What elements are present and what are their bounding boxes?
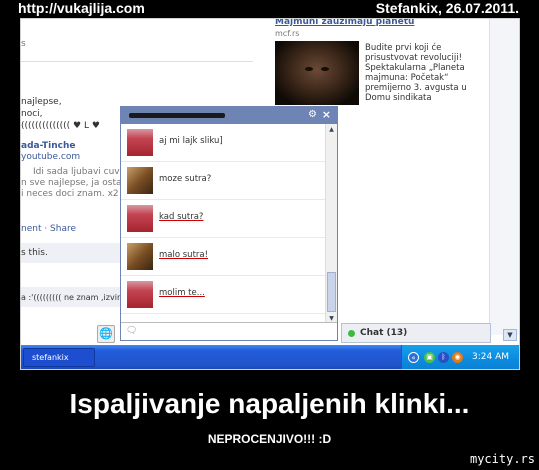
scroll-up-icon[interactable]: ▲: [327, 125, 336, 134]
chat-header[interactable]: ⚙ ×: [121, 107, 337, 124]
message-text: kad sutra?: [159, 212, 204, 222]
avatar[interactable]: [127, 243, 153, 270]
taskbar-button-label: stefankix: [32, 353, 69, 362]
chat-messages: aj mi lajk sliku] moze sutra? kad sutra?…: [121, 124, 327, 324]
feed-text-line: (((((((((((((( ♥ L ♥: [21, 121, 100, 131]
post-author-link[interactable]: ada-Tinche: [21, 141, 75, 151]
like-text: s this.: [21, 248, 48, 258]
app-tray-icon[interactable]: ◉: [452, 352, 463, 363]
taskbar: stefankix « ▣ ᛒ ◉ 3:24 AM: [21, 345, 519, 369]
post-source-link[interactable]: youtube.com: [21, 152, 80, 162]
page-scrollbar[interactable]: [489, 19, 519, 335]
online-status-icon: [348, 330, 355, 337]
taskbar-button[interactable]: stefankix: [23, 348, 95, 367]
scroll-down-icon[interactable]: ▼: [503, 329, 517, 341]
chevron-left-icon[interactable]: «: [408, 352, 419, 363]
ad-url: mcf.rs: [275, 29, 300, 38]
chat-input[interactable]: 🗨: [121, 322, 337, 340]
divider: [21, 61, 253, 62]
message-text: molim te...: [159, 288, 205, 298]
gear-icon[interactable]: ⚙: [308, 109, 317, 120]
message-text: aj mi lajk sliku]: [159, 136, 223, 146]
site-url: http://vukajlija.com: [18, 0, 145, 16]
poster-title: Ispaljivanje napaljenih klinki...: [69, 388, 470, 419]
post-snippet: i neces doci znam. x2 P: [21, 189, 127, 199]
network-icon[interactable]: ▣: [424, 352, 435, 363]
avatar[interactable]: [127, 205, 153, 232]
screenshot-frame: s najlepse, noci, (((((((((((((( ♥ L ♥ a…: [20, 18, 520, 370]
ad-title-link[interactable]: Majmuni zauzimaju planetu: [275, 19, 414, 27]
close-icon[interactable]: ×: [322, 108, 331, 121]
speech-bubble-icon: 🗨: [126, 326, 138, 336]
ad-image[interactable]: [275, 41, 359, 105]
ad-text: Budite prvi koji će prisustvovat revoluc…: [365, 43, 467, 103]
ape-eye: [305, 67, 313, 71]
feed-text-line: najlepse,: [21, 97, 62, 107]
comment-share-links[interactable]: nent · Share: [21, 224, 76, 234]
globe-icon[interactable]: 🌐: [97, 325, 115, 343]
avatar[interactable]: [127, 129, 153, 156]
chat-window: ⚙ × aj mi lajk sliku] moze sutra? kad su…: [120, 106, 338, 341]
watermark: mycity.rs: [469, 452, 535, 466]
chat-bar[interactable]: Chat (13): [341, 323, 491, 343]
credit-text: Stefankix, 26.07.2011.: [375, 0, 519, 16]
feed-text-line: noci,: [21, 109, 43, 119]
chat-message: molim te...: [121, 276, 327, 314]
chat-message: aj mi lajk sliku]: [121, 124, 327, 162]
chat-message: kad sutra?: [121, 200, 327, 238]
ape-eye: [321, 67, 329, 71]
redacted-name: [129, 113, 225, 118]
chat-bar-label: Chat (13): [360, 328, 408, 338]
clock[interactable]: 3:24 AM: [472, 352, 509, 362]
chat-message: moze sutra?: [121, 162, 327, 200]
bluetooth-icon[interactable]: ᛒ: [438, 352, 449, 363]
avatar[interactable]: [127, 281, 153, 308]
avatar[interactable]: [127, 167, 153, 194]
scroll-thumb[interactable]: [327, 272, 336, 312]
feed-fragment: s: [21, 39, 26, 49]
message-text: moze sutra?: [159, 174, 212, 184]
comment-text: a :'((((((((( ne znam ,izvin: [21, 293, 123, 302]
chat-message: malo sutra!: [121, 238, 327, 276]
chat-scrollbar[interactable]: ▲ ▼: [325, 124, 337, 324]
poster-subtitle: NEPROCENJIVO!!! :D: [207, 432, 332, 446]
message-text: malo sutra!: [159, 250, 209, 260]
system-tray: « ▣ ᛒ ◉ 3:24 AM: [401, 345, 519, 369]
